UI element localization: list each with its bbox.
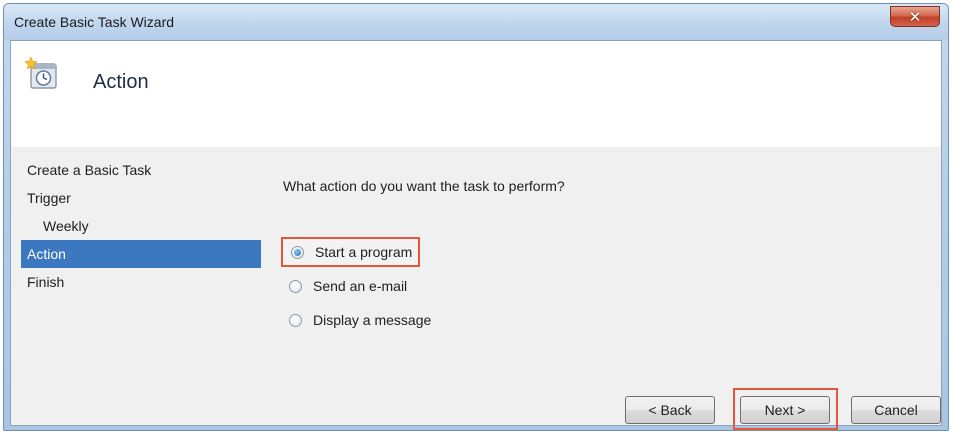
wizard-window: Create Basic Task Wizard ✕ Action Create… xyxy=(3,3,949,431)
close-icon: ✕ xyxy=(908,8,922,26)
nav-step-trigger[interactable]: Trigger xyxy=(21,184,261,212)
wizard-client-area: Action Create a Basic Task Trigger Weekl… xyxy=(10,40,942,430)
action-question: What action do you want the task to perf… xyxy=(283,178,565,194)
cancel-button[interactable]: Cancel xyxy=(851,396,941,424)
option-display-message[interactable]: Display a message xyxy=(289,305,431,335)
title-bar[interactable]: Create Basic Task Wizard ✕ xyxy=(4,4,948,40)
radio-display-message[interactable] xyxy=(289,313,302,327)
nav-step-weekly[interactable]: Weekly xyxy=(21,212,261,240)
back-button[interactable]: < Back xyxy=(625,396,715,424)
next-button[interactable]: Next > xyxy=(740,396,830,424)
window-title: Create Basic Task Wizard xyxy=(14,14,175,30)
close-button[interactable]: ✕ xyxy=(890,6,940,27)
option-display-message-label: Display a message xyxy=(313,312,432,328)
nav-step-finish[interactable]: Finish xyxy=(21,268,261,296)
option-start-program-label: Start a program xyxy=(315,244,413,260)
wizard-steps-nav: Create a Basic Task Trigger Weekly Actio… xyxy=(21,156,261,296)
nav-step-action[interactable]: Action xyxy=(21,240,261,268)
task-scheduler-icon xyxy=(25,57,57,89)
option-send-email[interactable]: Send an e-mail xyxy=(289,271,407,301)
option-send-email-label: Send an e-mail xyxy=(313,278,408,294)
page-title: Action xyxy=(93,71,149,93)
nav-step-create-basic-task[interactable]: Create a Basic Task xyxy=(21,156,261,184)
wizard-header: Action xyxy=(11,41,941,147)
radio-send-email[interactable] xyxy=(289,279,302,293)
option-start-program[interactable]: Start a program xyxy=(281,237,421,267)
radio-start-program[interactable] xyxy=(291,245,304,259)
